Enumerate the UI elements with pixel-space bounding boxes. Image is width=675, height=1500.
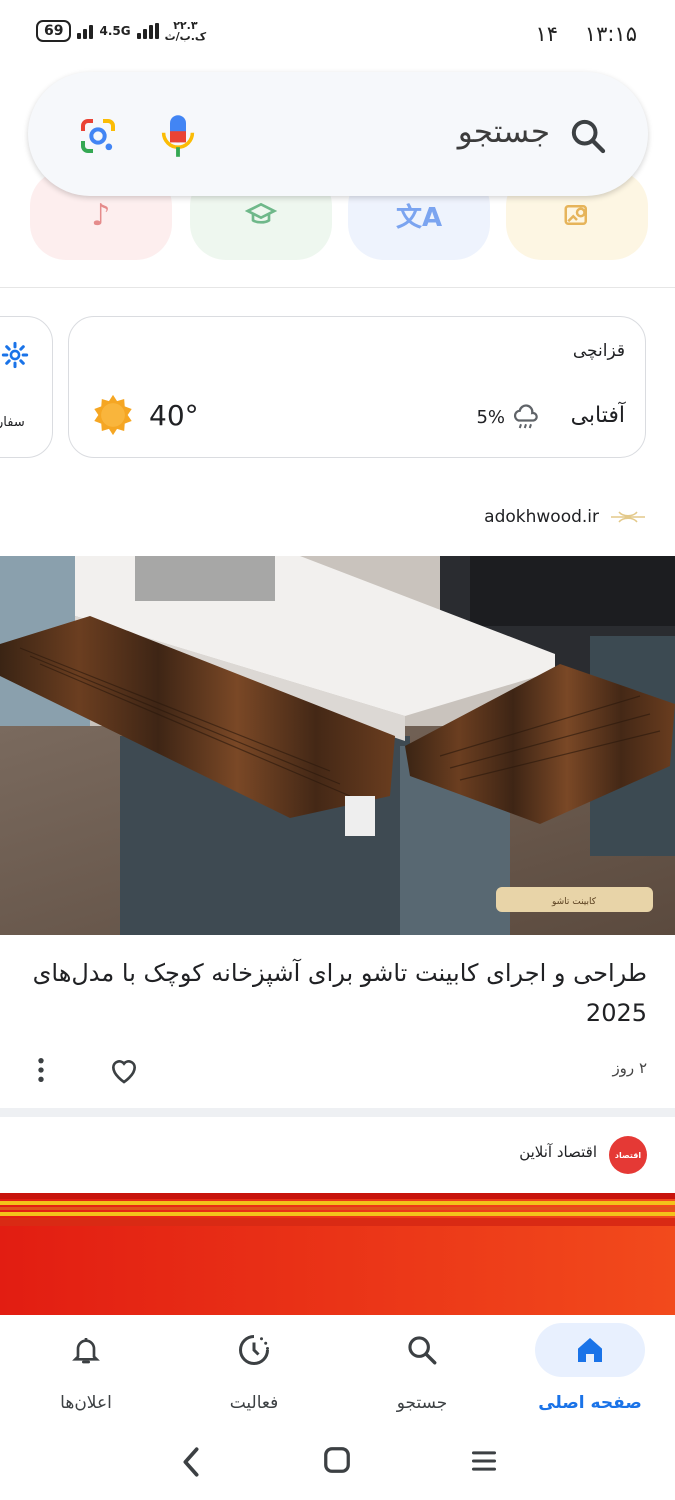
weather-card[interactable]: قزانچی آفتابی 5% 40° [68,316,646,458]
nav-search[interactable]: جستجو [347,1323,497,1413]
nav-activity[interactable]: فعالیت [179,1323,329,1413]
status-date: ۱۴ [535,22,559,46]
signal-icon-2 [136,23,159,39]
bell-icon [72,1338,100,1364]
status-bar: ۱۴ ۱۳:۱۵ 69 4.5G ۲۲.۳ ک.ب/ث [0,0,675,64]
article-time: ۲ روز [612,1059,647,1077]
back-icon[interactable] [178,1445,204,1479]
rain-chance: 5% [476,407,505,428]
nav-activity-label: فعالیت [229,1393,279,1413]
image-search-icon [564,205,587,225]
nav-notifications[interactable]: اعلان‌ها [11,1323,161,1413]
weather-condition: آفتابی [570,403,625,428]
gear-icon[interactable] [1,341,29,369]
temperature: 40° [149,399,199,432]
system-navigation-bar [0,1425,675,1500]
article-title[interactable]: طراحی و اجرای کابینت تاشو برای آشپزخانه … [27,953,647,1033]
microphone-icon[interactable] [158,112,198,160]
article-image[interactable]: کابینت تاشو [0,556,675,935]
red-banner-photo [0,1193,675,1315]
nav-search-label: جستجو [396,1393,448,1413]
music-note-icon: ♪ [91,197,111,233]
source-logo [611,511,645,523]
status-indicators: 69 4.5G ۲۲.۳ ک.ب/ث [36,20,206,42]
home-button-icon[interactable] [322,1445,352,1475]
image-caption: کابینت تاشو [551,897,597,907]
nav-notifications-pill[interactable] [31,1323,141,1377]
rain-cloud-icon [513,404,538,429]
search-icon [571,119,606,154]
signal-icon [77,23,94,39]
weather-city: قزانچی [572,341,625,361]
nav-home-pill[interactable] [535,1323,645,1377]
side-card-label: سفار [0,415,25,430]
settings-card[interactable]: سفار [0,316,53,458]
article-image-2[interactable] [0,1193,675,1315]
search-icon [408,1336,437,1365]
status-time: ۱۴ ۱۳:۱۵ [536,22,637,46]
source-logo-2: اقتصاد [609,1136,647,1174]
nav-notifications-label: اعلان‌ها [60,1393,112,1413]
more-options-icon[interactable] [34,1056,48,1084]
bottom-navigation: صفحه اصلی جستجو فعالیت اعلان‌ها [0,1315,675,1425]
lens-icon[interactable] [78,116,118,156]
network-type: 4.5G [99,24,131,38]
recent-apps-icon[interactable] [470,1447,498,1475]
search-input[interactable]: جستجو [458,114,550,150]
nav-home[interactable]: صفحه اصلی [515,1323,665,1413]
search-bar[interactable]: جستجو [28,72,648,196]
divider [0,287,675,288]
nav-home-label: صفحه اصلی [538,1393,642,1413]
heart-icon[interactable] [108,1055,140,1085]
card-separator [0,1108,675,1117]
article-source[interactable]: adokhwood.ir [484,507,599,527]
status-clock: ۱۳:۱۵ [584,22,637,46]
network-speed: ۲۲.۳ ک.ب/ث [164,19,207,43]
graduation-cap-icon [245,202,277,224]
kitchen-island-photo: کابینت تاشو [0,556,675,935]
nav-search-pill[interactable] [367,1323,477,1377]
activity-icon [239,1335,269,1365]
sun-icon [94,394,132,436]
battery-icon: 69 [36,20,72,42]
home-icon [578,1338,602,1362]
translate-icon: 文A [395,202,443,233]
article-source-2[interactable]: اقتصاد آنلاین [519,1143,597,1161]
nav-activity-pill[interactable] [199,1323,309,1377]
